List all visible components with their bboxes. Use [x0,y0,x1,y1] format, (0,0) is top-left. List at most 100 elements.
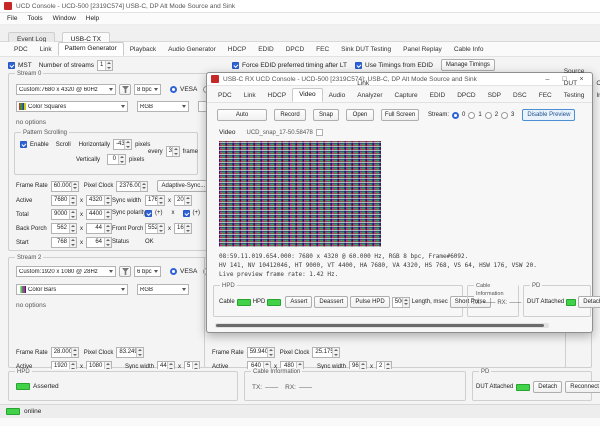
horizontal-pixels-spinner[interactable]: -43 [113,139,132,150]
spinner-arrows[interactable] [157,224,164,233]
rx-tab-source-dut-testing[interactable]: Source DUT Testing [558,66,591,102]
rx-tab-cable-info[interactable]: Cable Info [590,78,600,102]
assert-button[interactable]: Assert [285,296,312,308]
spinner-arrows[interactable] [69,210,76,219]
start-h-spinner[interactable]: 768 [51,237,77,248]
deassert-button[interactable]: Deassert [314,296,348,308]
stream2-vesa-radio[interactable] [170,268,177,275]
sync-polarity-v-checkbox[interactable] [183,210,190,217]
spinner-arrows[interactable] [104,224,111,233]
spinner-arrows[interactable] [124,140,131,149]
spinner-arrows[interactable] [136,348,143,357]
total-v-spinner[interactable]: 4400 [86,209,112,220]
stream0-vesa-radio[interactable] [170,86,177,93]
adaptive-sync-button[interactable]: Adaptive-Sync... [157,180,209,192]
spinner-arrows[interactable] [172,147,179,156]
spinner-arrows[interactable] [104,238,111,247]
subtab-edid[interactable]: EDID [252,44,280,56]
scroll-enable-checkbox[interactable] [20,141,27,148]
subtab-pattern-generator[interactable]: Pattern Generator [58,42,124,56]
rx-detach-button[interactable]: Detach [578,296,600,308]
stream-radio-1[interactable] [468,112,475,119]
main-titlebar[interactable]: UCD Console - UCD-500 [2319C574] USB-C, … [0,0,600,13]
start-v-spinner[interactable]: 64 [86,237,112,248]
stream2-timing-combo[interactable]: Custom:1920 x 1080 @ 28Hz [16,266,116,277]
back-porch-h-spinner[interactable]: 562 [51,223,77,234]
rx-tab-capture[interactable]: Capture [389,90,424,102]
scrollbar-thumb[interactable] [216,324,544,327]
frame-rate-spinner[interactable]: 60.000 [51,181,79,192]
subtab-hdcp[interactable]: HDCP [222,44,252,56]
sync-polarity-h-checkbox[interactable] [145,210,152,217]
spinner-arrows[interactable] [104,210,111,219]
menu-help[interactable]: Help [86,14,99,23]
use-timings-checkbox[interactable] [355,62,362,69]
stream2-bpc-combo[interactable]: 6 bpc [134,266,161,277]
spinner-arrows[interactable] [69,224,76,233]
rx-tab-dsc[interactable]: DSC [507,90,533,102]
right-frame-rate-spinner[interactable]: 59.940 [247,347,275,358]
stream2-pixel-clock-spinner[interactable]: 83.249 [116,347,144,358]
spinner-arrows[interactable] [402,298,409,307]
spinner-arrows[interactable] [71,182,78,191]
menu-file[interactable]: File [7,14,17,23]
stream-radio-3[interactable] [501,112,508,119]
subtab-link[interactable]: Link [34,44,58,56]
stream0-timing-combo[interactable]: Custom:7680 x 4320 @ 60Hz [16,84,116,95]
stream2-frame-rate-spinner[interactable]: 28.000 [51,347,79,358]
rx-tab-fec[interactable]: FEC [533,90,558,102]
detach-button[interactable]: Detach [533,381,562,393]
spinner-arrows[interactable] [184,224,191,233]
subtab-fec[interactable]: FEC [310,44,335,56]
right-pixel-clock-spinner[interactable]: 25.175 [312,347,340,358]
pulse-hpd-button[interactable]: Pulse HPD [350,296,389,308]
menu-tools[interactable]: Tools [27,14,42,23]
pixel-clock-spinner[interactable]: 2376.000 [116,181,148,192]
stream0-pattern-combo[interactable]: Color Squares [16,101,128,112]
subtab-sink-dut-testing[interactable]: Sink DUT Testing [335,44,397,56]
spinner-arrows[interactable] [118,155,125,164]
rx-tab-audio[interactable]: Audio [323,90,352,102]
active-h-spinner[interactable]: 7680 [51,195,77,206]
horizontal-scrollbar[interactable] [215,323,549,328]
snap-dropdown-box[interactable] [316,129,323,136]
snap-button[interactable]: Snap [313,109,339,121]
timing-filter-button[interactable] [119,84,131,95]
pulse-length-spinner[interactable]: 500 [392,297,410,308]
spinner-arrows[interactable] [184,196,191,205]
active-v-spinner[interactable]: 4320 [86,195,112,206]
vertical-pixels-spinner[interactable]: 0 [107,154,126,165]
menu-window[interactable]: Window [53,14,76,23]
front-porch-v-spinner[interactable]: 16 [174,223,192,234]
front-porch-h-spinner[interactable]: 552 [145,223,165,234]
minimize-button[interactable]: – [541,74,554,85]
spinner-arrows[interactable] [267,348,274,357]
rx-tab-sdp[interactable]: SDP [482,90,507,102]
subtab-playback[interactable]: Playback [124,44,162,56]
back-porch-v-spinner[interactable]: 44 [86,223,112,234]
manage-timings-button[interactable]: Manage Timings [441,59,495,71]
record-button[interactable]: Record [274,109,306,121]
subtab-panel-replay[interactable]: Panel Replay [397,44,448,56]
spinner-arrows[interactable] [104,196,111,205]
sync-width-h-spinner[interactable]: 176 [145,195,165,206]
force-edid-checkbox[interactable] [232,62,239,69]
spinner-arrows[interactable] [69,196,76,205]
stream-radio-0[interactable] [452,112,459,119]
stream-radio-2[interactable] [485,112,492,119]
total-h-spinner[interactable]: 9000 [51,209,77,220]
stream2-colorspace-combo[interactable]: RGB [137,284,189,295]
reconnect-button[interactable]: Reconnect [565,381,600,393]
disable-preview-button[interactable]: Disable Preview [522,109,575,121]
subtab-audio-generator[interactable]: Audio Generator [162,44,222,56]
rx-tab-link[interactable]: Link [238,90,262,102]
rx-tab-hdcp[interactable]: HDCP [262,90,292,102]
stream0-bpc-combo[interactable]: 8 bpc [134,84,161,95]
every-frames-spinner[interactable]: 3 [166,146,180,157]
mst-checkbox[interactable] [8,62,15,69]
spinner-arrows[interactable] [140,182,147,191]
rx-tab-dpcd[interactable]: DPCD [451,90,481,102]
rx-tab-edid[interactable]: EDID [424,90,452,102]
rx-tab-link-analyzer[interactable]: Link Analyzer [351,78,388,102]
stream2-pattern-combo[interactable]: Color Bars [16,284,128,295]
